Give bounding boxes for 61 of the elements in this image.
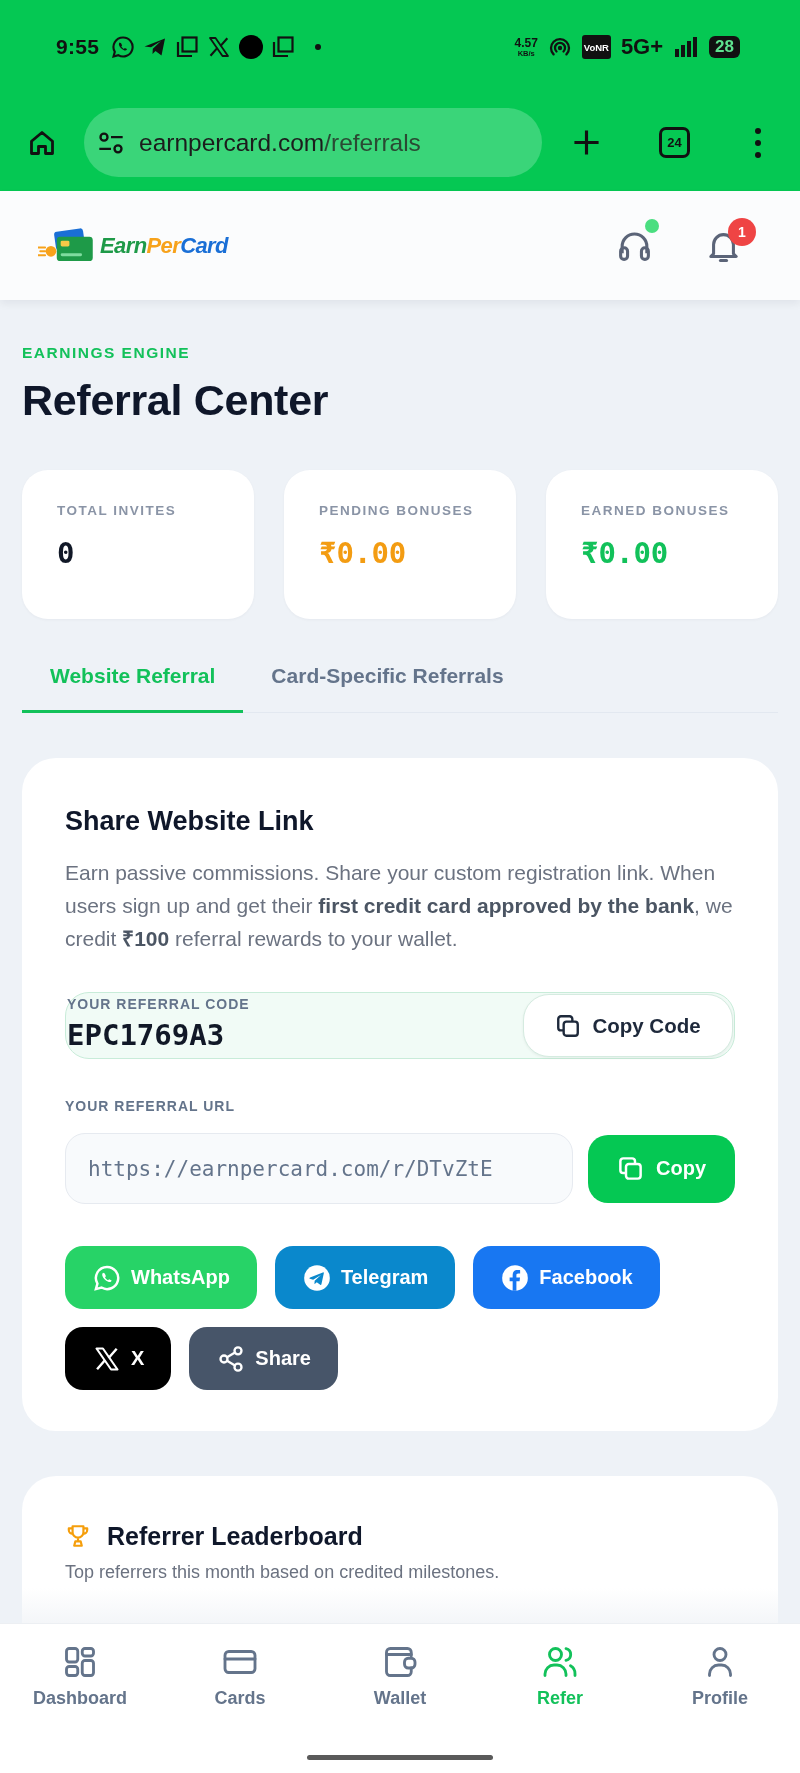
network-type: 5G+ — [620, 34, 664, 60]
address-bar[interactable]: earnpercard.com/referrals — [84, 108, 542, 177]
card-title: Share Website Link — [65, 806, 315, 836]
dashboard-icon — [62, 1644, 98, 1680]
signal-icon — [673, 35, 700, 59]
referral-url-field[interactable]: https://earnpercard.com/r/DTvZtE — [65, 1133, 573, 1204]
nav-item[interactable]: Cards — [214, 1644, 266, 1708]
stat-value: ₹0.00 — [581, 536, 670, 570]
trophy-icon — [65, 1523, 91, 1549]
field-label: YOUR REFERRAL CODE — [67, 996, 250, 1012]
hotspot-icon — [547, 35, 572, 59]
nav-item[interactable]: Profile — [692, 1644, 748, 1708]
squares-icon — [271, 35, 296, 59]
stat-label: TOTAL INVITES — [57, 503, 178, 519]
more-icon[interactable] — [755, 127, 761, 158]
wallet-icon — [382, 1644, 418, 1680]
telegram-share-button[interactable]: Telegram — [274, 1246, 456, 1309]
battery-indicator: 28 — [709, 36, 740, 58]
stat-value: ₹0.00 — [319, 536, 408, 570]
stat-value: 0 — [57, 536, 76, 570]
page-title: Referral Center — [22, 375, 330, 425]
tab[interactable]: Card-Specific Referrals — [243, 646, 532, 713]
stat-label: EARNED BONUSES — [581, 503, 731, 519]
section-eyebrow: EARNINGS ENGINE — [22, 343, 192, 363]
copy-icon — [555, 1012, 582, 1039]
tab-count-button[interactable]: 24 — [659, 127, 690, 158]
copy-code-button[interactable]: Copy Code — [523, 994, 733, 1057]
x-logo-icon — [207, 35, 232, 59]
share-icon — [217, 1344, 246, 1373]
card-description: Earn passive commissions. Share your custom registration link. When users sign up and get their first credit card approved by the bank, we credit ₹100 referral rewards to your wallet. — [65, 860, 734, 952]
network-speed: 4.57 — [514, 36, 538, 49]
whatsapp-icon — [93, 1263, 121, 1292]
logo-text: EarnPerCard — [100, 232, 228, 259]
dot-icon — [315, 44, 322, 50]
network-badge: VoNR — [581, 35, 611, 59]
stat-label: PENDING BONUSES — [319, 503, 475, 519]
field-label: YOUR REFERRAL URL — [65, 1097, 236, 1115]
x-share-button[interactable]: X — [65, 1327, 172, 1390]
x-logo-icon — [93, 1344, 121, 1373]
bell-icon[interactable] — [709, 232, 738, 263]
nav-item[interactable]: Refer — [537, 1644, 583, 1708]
url-text: earnpercard.com/referrals — [139, 128, 421, 157]
copy-icon — [617, 1155, 644, 1182]
card-subtitle: Top referrers this month based on credited milestones. — [65, 1562, 501, 1582]
clock-time: 9:55 — [56, 35, 100, 59]
share-button[interactable]: Share — [189, 1327, 338, 1390]
facebook-share-button[interactable]: Facebook — [473, 1246, 660, 1309]
referral-code: EPC1769A3 — [67, 1018, 226, 1052]
card-logo-icon — [38, 228, 95, 263]
users-icon — [542, 1644, 578, 1680]
card-title: Referrer Leaderboard — [107, 1521, 363, 1551]
plus-icon[interactable] — [572, 128, 601, 157]
telegram-icon — [302, 1263, 331, 1292]
whatsapp-icon — [111, 35, 136, 59]
notification-badge: 1 — [728, 217, 756, 246]
circle-icon — [239, 35, 264, 59]
facebook-icon — [501, 1263, 530, 1292]
home-icon[interactable] — [28, 128, 56, 157]
nav-item[interactable]: Dashboard — [33, 1644, 127, 1708]
nav-item[interactable]: Wallet — [373, 1644, 427, 1708]
squares-icon — [175, 35, 200, 59]
